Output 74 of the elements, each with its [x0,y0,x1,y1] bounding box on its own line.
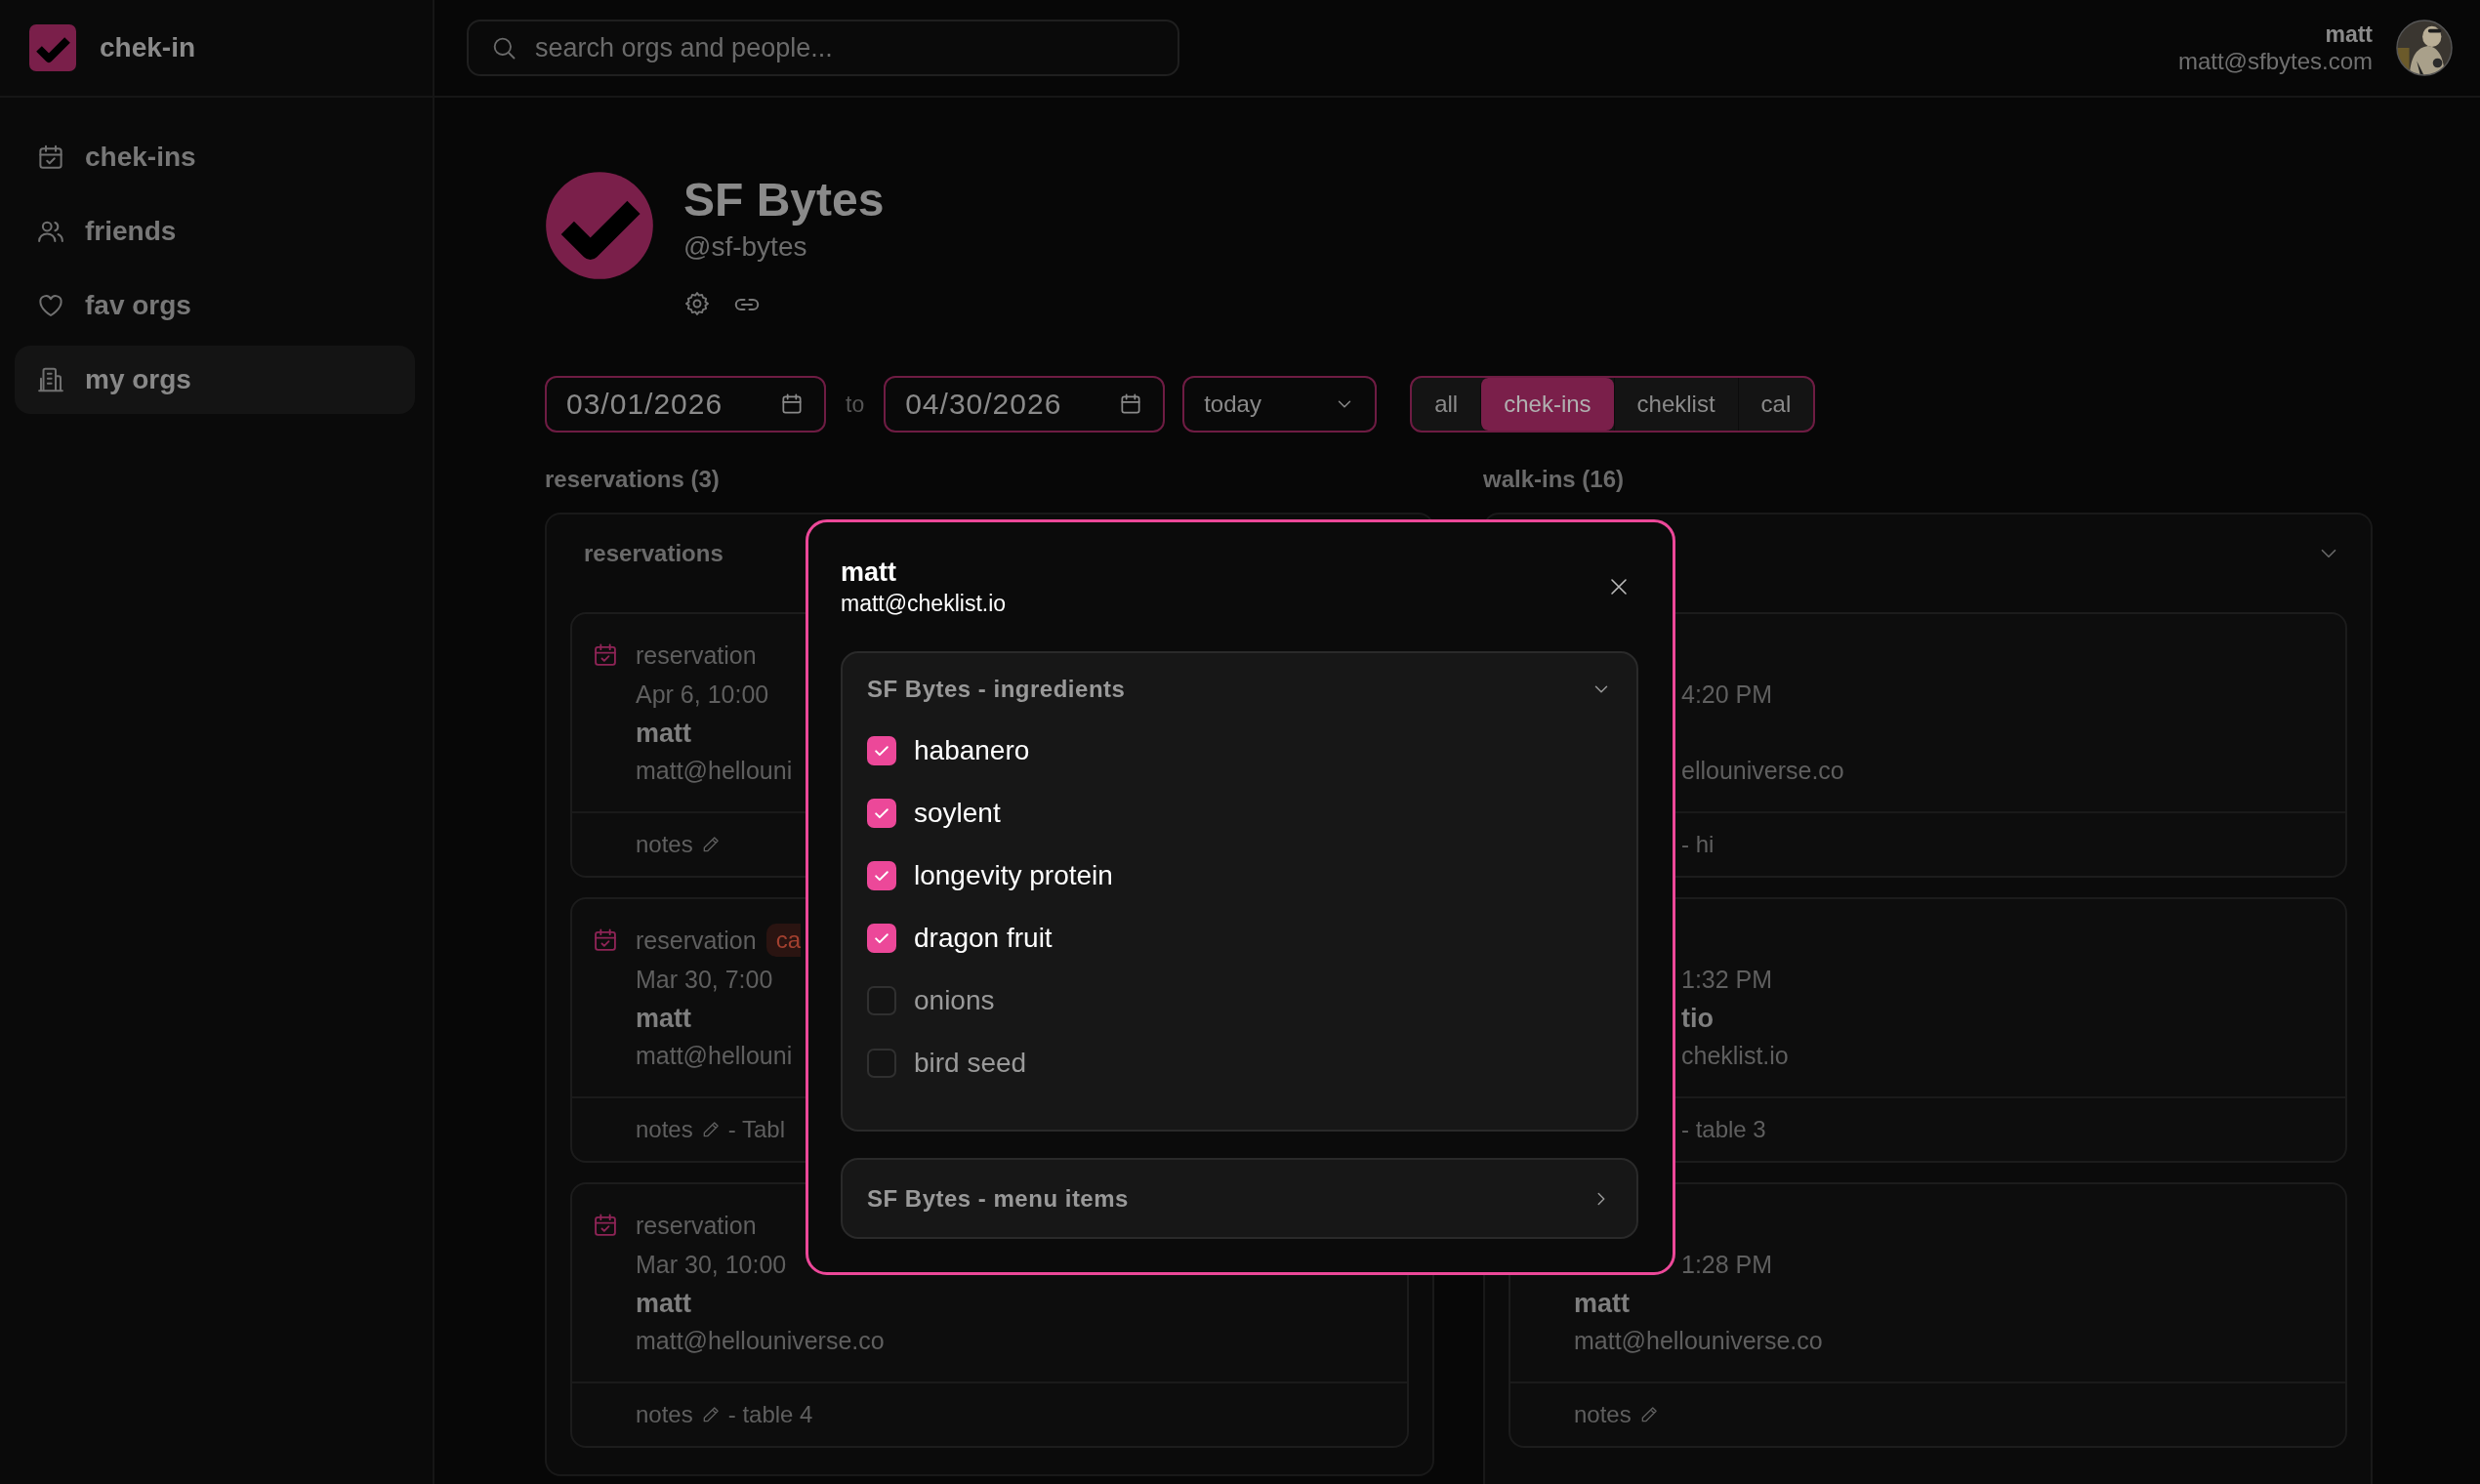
user-email: matt@sfbytes.com [2177,47,2373,75]
checklist-item[interactable]: dragon fruit [843,907,1636,969]
checklist-header[interactable]: SF Bytes - menu items [843,1160,1636,1237]
view-tab[interactable]: cal [1737,378,1814,431]
guest-name: matt [1574,1288,1630,1319]
entry-type: reservation [636,1211,757,1240]
calendar-icon [592,641,619,669]
entry-time: Mar 30, 7:00 [636,965,773,994]
checklist-item[interactable]: soylent [843,782,1636,845]
guest-email: matt@hellouni [636,756,793,785]
section-heading: reservations (3) [545,465,721,494]
notes-label: notes [1574,1401,1632,1428]
view-tab[interactable]: cheklist [1613,378,1738,431]
checkbox[interactable] [867,736,896,765]
sidebar-item[interactable]: friends [15,197,415,266]
date-field[interactable]: 03/01/2026 [545,376,826,433]
org-handle: @sf-bytes [683,230,808,264]
entry-type: reservation [636,640,757,670]
notes-label: notes [636,1401,693,1428]
contact-email: matt@cheklist.io [841,590,1007,618]
settings-icon[interactable] [683,290,711,317]
calendar-icon [592,927,619,954]
guest-email: matt@hellouni [636,1041,793,1070]
view-tab[interactable]: all [1412,378,1481,431]
entry-type: reservation [636,926,757,955]
calendar-icon [36,143,65,172]
sidebar-item[interactable]: chek-ins [15,123,415,191]
range-select[interactable]: today [1182,376,1378,433]
org-name: SF Bytes [683,173,885,227]
calendar-icon [779,392,805,417]
checklist-item[interactable]: habanero [843,720,1636,782]
checkbox[interactable] [867,986,896,1015]
sidebar-item[interactable]: fav orgs [15,271,415,340]
search-field[interactable]: search orgs and people... [467,20,1179,76]
guest-name: tio [1681,1003,1714,1034]
notes-text: - table 3 [1681,1116,1766,1143]
guest-email: matt@hellouniverse.co [1574,1326,1823,1355]
checkbox[interactable] [867,924,896,953]
guest-email: cheklist.io [1681,1041,1789,1070]
checklist-item[interactable]: onions [843,969,1636,1032]
contact-name: matt [841,556,897,589]
notes-text: - hi [1681,831,1715,858]
section-heading: walk-ins (16) [1483,465,1626,494]
user-name: matt [2325,21,2373,48]
checklist-item[interactable]: bird seed [843,1032,1636,1094]
guest-email: matt@hellouniverse.co [636,1326,885,1355]
checklist-item[interactable]: longevity protein [843,845,1636,907]
logo-icon [29,24,76,71]
guest-name: matt [636,1288,691,1319]
calendar-icon [592,1212,619,1239]
entry-time: 1:28 PM [1681,1250,1773,1279]
notes-text: - table 4 [727,1401,813,1428]
checkbox[interactable] [867,1049,896,1078]
sidebar-item[interactable]: my orgs [15,346,415,414]
app-name: chek-in [100,32,196,63]
building-icon [36,365,65,394]
status-badge: ca [765,924,802,957]
view-tab[interactable]: chek-ins [1480,378,1614,431]
entry-time: Mar 30, 10:00 [636,1250,787,1279]
checklist-header[interactable]: SF Bytes - ingredients [843,653,1636,720]
date-field[interactable]: 04/30/2026 [884,376,1166,433]
notes-text: - Tabl [727,1116,785,1143]
entry-time: 4:20 PM [1681,680,1773,709]
notes-label: notes [636,831,693,858]
notes-label: notes [636,1116,693,1143]
guest-name: matt [636,718,691,749]
entry-time: Apr 6, 10:00 [636,680,769,709]
entry-time: 1:32 PM [1681,965,1773,994]
checkbox[interactable] [867,861,896,890]
checkbox[interactable] [867,799,896,828]
range-separator: to [846,391,865,418]
guest-email: ellouniverse.co [1681,756,1844,785]
guest-name: matt [636,1003,691,1034]
panel-title: reservations [584,540,723,567]
